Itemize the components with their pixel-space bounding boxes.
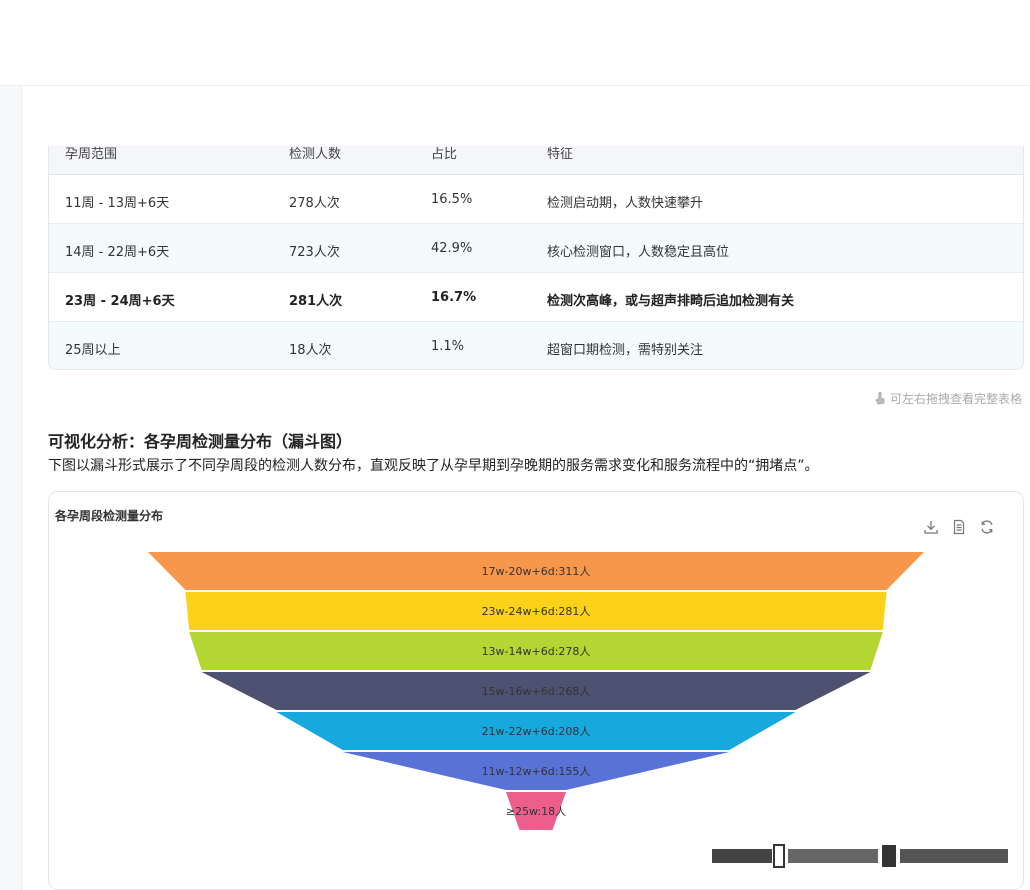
- table-header: 孕周范围 检测人数 占比 特征: [49, 121, 1023, 175]
- header-range: 孕周范围: [65, 147, 118, 162]
- cell-count: 723人次: [289, 245, 340, 260]
- section-description: 下图以漏斗形式展示了不同孕周段的检测人数分布，直观反映了从孕早期到孕晚期的服务需…: [48, 458, 819, 474]
- header-count: 检测人数: [289, 147, 342, 162]
- funnel-label: 15w-16w+6d:268人: [482, 685, 591, 698]
- cell-range: 25周以上: [65, 343, 121, 358]
- cell-range: 14周 - 22周+6天: [65, 245, 170, 260]
- funnel-label: ≥25w:18人: [506, 805, 566, 818]
- cell-range: 11周 - 13周+6天: [65, 196, 170, 211]
- table-row: 23周 - 24周+6天 281人次 16.7% 检测次高峰，或与超声排畸后追加…: [49, 273, 1023, 322]
- section-title: 可视化分析：各孕周检测量分布（漏斗图）: [48, 432, 353, 451]
- table-row: 14周 - 22周+6天 723人次 42.9% 核心检测窗口，人数稳定且高位: [49, 224, 1023, 273]
- cell-feature: 核心检测窗口，人数稳定且高位: [547, 245, 730, 260]
- drag-hint-text: 可左右拖拽查看完整表格: [889, 392, 1022, 406]
- watermark-logo: [712, 844, 1008, 868]
- cell-percent: 1.1%: [431, 339, 465, 354]
- cell-feature: 超窗口期检测，需特别关注: [547, 343, 704, 358]
- table-row: 11周 - 13周+6天 278人次 16.5% 检测启动期，人数快速攀升: [49, 175, 1023, 224]
- cell-count: 278人次: [289, 196, 340, 211]
- left-rail: [0, 86, 22, 890]
- funnel-label: 23w-24w+6d:281人: [482, 605, 591, 618]
- refresh-icon[interactable]: [979, 519, 995, 535]
- top-bar: [0, 0, 1030, 86]
- funnel-label: 17w-20w+6d:311人: [482, 565, 591, 578]
- cell-percent: 42.9%: [431, 241, 473, 256]
- funnel-chart: 17w-20w+6d:311人 23w-24w+6d:281人 13w-14w+6d…: [148, 552, 924, 830]
- header-percent: 占比: [431, 147, 458, 162]
- funnel-label: 13w-14w+6d:278人: [482, 645, 591, 658]
- data-table[interactable]: 孕周范围 检测人数 占比 特征 11周 - 13周+6天 278人次 16.5%…: [48, 120, 1024, 370]
- funnel-label: 21w-22w+6d:208人: [482, 725, 591, 738]
- data-view-icon[interactable]: [951, 519, 967, 535]
- cell-range: 23周 - 24周+6天: [65, 294, 175, 309]
- cell-feature: 检测启动期，人数快速攀升: [547, 196, 704, 211]
- table-row: 25周以上 18人次 1.1% 超窗口期检测，需特别关注: [49, 322, 1023, 369]
- cell-percent: 16.7%: [431, 290, 477, 305]
- download-icon[interactable]: [923, 519, 939, 535]
- drag-hint: 可左右拖拽查看完整表格: [875, 390, 1022, 407]
- chart-toolbox: [923, 519, 995, 535]
- funnel-chart-card: 17w-20w+6d:311人 23w-24w+6d:281人 13w-14w+6d…: [48, 491, 1024, 890]
- hand-pointer-icon: [875, 392, 885, 405]
- cell-percent: 16.5%: [431, 192, 473, 207]
- funnel-label: 11w-12w+6d:155人: [482, 765, 591, 778]
- chart-title: 各孕周段检测量分布: [55, 509, 164, 523]
- cell-feature: 检测次高峰，或与超声排畸后追加检测有关: [547, 294, 795, 309]
- cell-count: 18人次: [289, 343, 332, 358]
- cell-count: 281人次: [289, 294, 343, 309]
- header-feature: 特征: [547, 147, 574, 162]
